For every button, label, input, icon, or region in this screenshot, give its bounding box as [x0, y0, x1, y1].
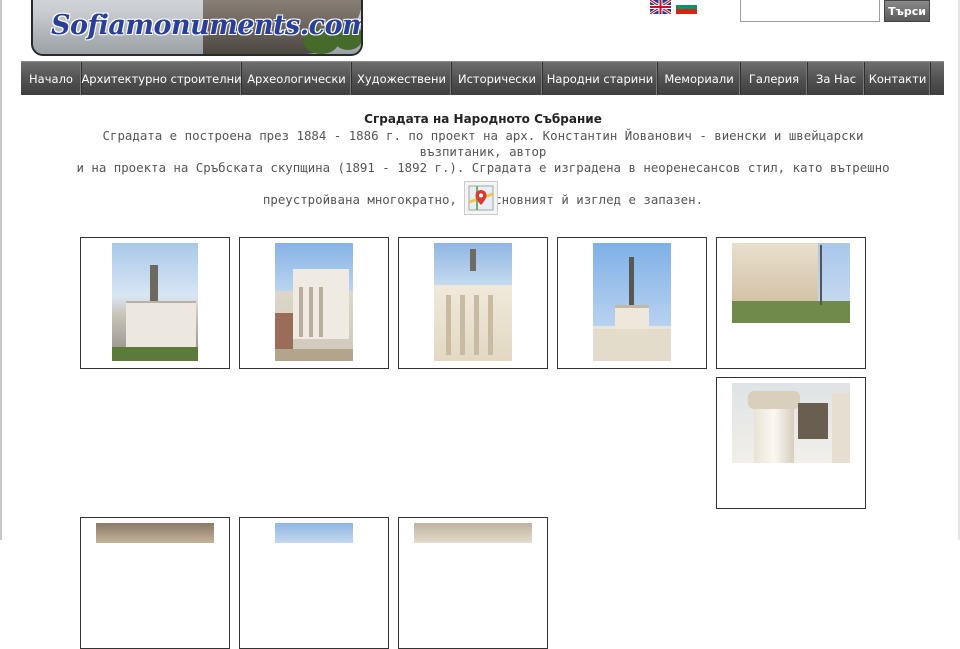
- nav-item-home[interactable]: Начало: [21, 62, 82, 95]
- photo-parliament-portico: [434, 243, 512, 361]
- page-title: Сградата на Народното Събрание: [364, 112, 602, 126]
- gallery-thumb[interactable]: [80, 237, 230, 369]
- search-button[interactable]: Търси: [884, 0, 930, 22]
- nav-item-folk-antiquities[interactable]: Народни старини: [543, 62, 658, 95]
- gallery-thumb[interactable]: [398, 517, 548, 649]
- photo-parliament-column-detail: [732, 383, 850, 463]
- nav-item-artistic[interactable]: Художествени: [352, 62, 452, 95]
- nav-item-gallery[interactable]: Галерия: [741, 62, 808, 95]
- photo-parliament-side: [275, 243, 353, 361]
- gallery-thumb[interactable]: [398, 237, 548, 369]
- photo-parliament-front: [112, 243, 198, 361]
- description-line: Сградата е построена през 1884 - 1886 г.…: [102, 128, 864, 159]
- logo-text: Sofiamonuments.com: [51, 10, 363, 41]
- nav-item-historical[interactable]: Исторически: [452, 62, 543, 95]
- search-input[interactable]: [740, 0, 880, 22]
- photo-parliament-street: [732, 243, 850, 323]
- nav-item-memorials[interactable]: Мемориали: [658, 62, 741, 95]
- map-pin-icon[interactable]: [464, 181, 498, 215]
- photo-sky-view: [275, 523, 353, 543]
- photo-facade-detail: [96, 523, 214, 543]
- photo-parliament-tower: [593, 243, 671, 361]
- gallery-thumb[interactable]: [716, 377, 866, 509]
- gallery-thumb[interactable]: [239, 517, 389, 649]
- nav-item-archaeological[interactable]: Археологически: [242, 62, 352, 95]
- site-logo[interactable]: Sofiamonuments.com: [31, 0, 363, 56]
- nav-item-about[interactable]: За Нас: [808, 62, 865, 95]
- left-border: [0, 0, 2, 540]
- nav-filler: [931, 62, 944, 95]
- photo-inscription: [414, 523, 532, 543]
- nav-item-contacts[interactable]: Контакти: [865, 62, 931, 95]
- nav-item-architectural[interactable]: Архитектурно строителни: [81, 62, 242, 95]
- gallery-thumb[interactable]: [557, 237, 707, 369]
- bg-flag-icon[interactable]: [676, 0, 697, 14]
- gallery-thumb[interactable]: [239, 237, 389, 369]
- main-nav: Начало Архитектурно строителни Археологи…: [21, 61, 944, 95]
- uk-flag-icon[interactable]: [650, 0, 671, 14]
- gallery-thumb[interactable]: [80, 517, 230, 649]
- gallery-thumb[interactable]: [716, 237, 866, 369]
